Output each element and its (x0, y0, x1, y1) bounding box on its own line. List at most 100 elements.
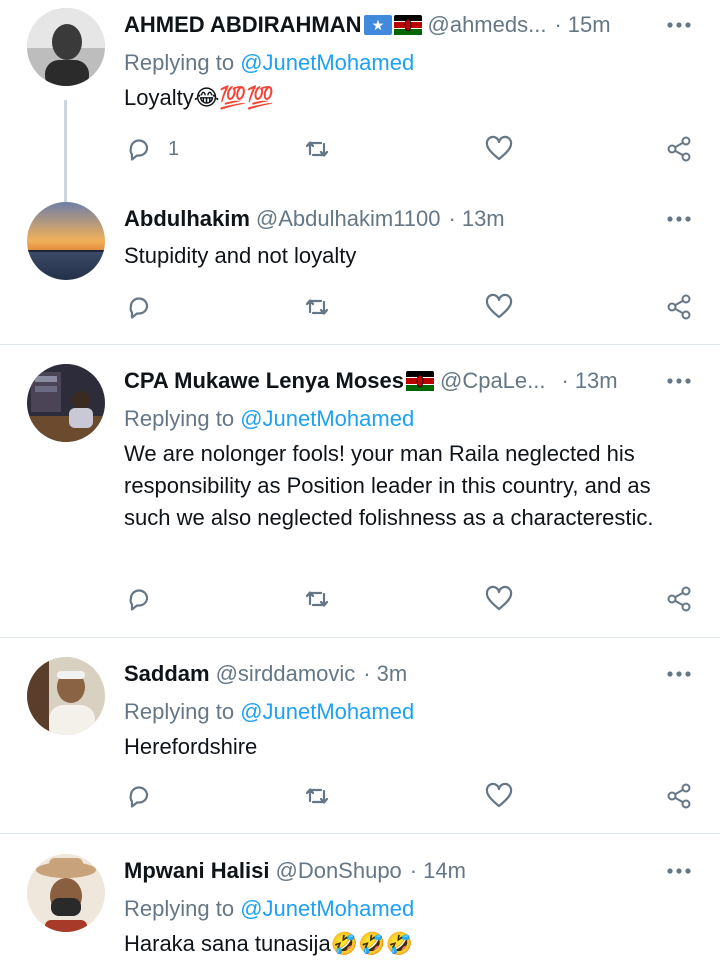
avatar[interactable] (27, 8, 105, 86)
retweet-icon (305, 591, 329, 607)
tweet[interactable]: Saddam @sirddamovic · 3m Replying to @Ju… (0, 657, 720, 829)
tweet[interactable]: Mpwani Halisi @DonShupo · 14m Replying t… (0, 854, 720, 961)
mention-link[interactable]: @JunetMohamed (240, 50, 414, 75)
tweet[interactable]: AHMED ABDIRAHMAN @ahmeds... · 15m Replyi… (0, 8, 720, 202)
tweet[interactable]: Abdulhakim @Abdulhakim1100 · 13m Stupidi… (0, 202, 720, 342)
retweet-button[interactable] (302, 292, 332, 322)
reply-bubble-icon (129, 589, 149, 611)
username[interactable]: @CpaLe... (440, 368, 546, 394)
avatar-photo (27, 854, 105, 932)
reply-bubble-icon (129, 786, 149, 808)
tweet-divider (0, 833, 720, 834)
share-icon (667, 783, 691, 809)
reply-button[interactable] (124, 584, 154, 614)
reply-bubble-icon (129, 139, 149, 161)
tweet-text: Stupidity and not loyalty (124, 243, 357, 268)
replying-to-line: Replying to @JunetMohamed (124, 50, 414, 76)
tweet-header: CPA Mukawe Lenya Moses @CpaLe... · 13m (124, 364, 618, 398)
avatar-photo (27, 657, 105, 735)
username[interactable]: @Abdulhakim1100 (256, 206, 441, 232)
replying-to-label: Replying to (124, 699, 235, 724)
retweet-icon (305, 299, 329, 315)
reply-count: 1 (168, 137, 180, 160)
share-icon (667, 294, 691, 320)
somalia-flag-icon (363, 15, 392, 35)
more-options-button[interactable] (666, 12, 692, 38)
share-icon (667, 136, 691, 162)
heart-icon (485, 293, 513, 319)
reply-button[interactable]: 1 (124, 134, 179, 164)
like-button[interactable] (484, 781, 514, 811)
more-options-button[interactable] (666, 858, 692, 884)
display-name[interactable]: AHMED ABDIRAHMAN (124, 12, 362, 38)
tweet-text: We are nolonger fools! your man Raila ne… (124, 441, 654, 530)
tweet-header: Abdulhakim @Abdulhakim1100 · 13m (124, 202, 505, 236)
more-options-button[interactable] (666, 368, 692, 394)
separator-dot: · (363, 661, 371, 686)
timestamp[interactable]: 13m (462, 206, 505, 232)
username[interactable]: @sirddamovic (216, 661, 356, 687)
timestamp[interactable]: 15m (568, 12, 611, 38)
avatar-photo (27, 8, 105, 86)
avatar[interactable] (27, 657, 105, 735)
share-button[interactable] (664, 292, 694, 322)
avatar[interactable] (27, 202, 105, 280)
separator-dot: · (448, 206, 456, 231)
replying-to-label: Replying to (124, 896, 235, 921)
display-name[interactable]: Mpwani Halisi (124, 858, 269, 884)
replying-to-label: Replying to (124, 50, 235, 75)
thread-connector (64, 100, 67, 202)
share-button[interactable] (664, 584, 694, 614)
more-options-button[interactable] (666, 661, 692, 687)
tweet-divider (0, 637, 720, 638)
more-options-button[interactable] (666, 206, 692, 232)
like-button[interactable] (484, 134, 514, 164)
like-button[interactable] (484, 292, 514, 322)
timestamp[interactable]: 14m (423, 858, 466, 884)
tweet-actions (124, 584, 704, 618)
avatar[interactable] (27, 364, 105, 442)
reply-button[interactable] (124, 292, 154, 322)
reply-bubble-icon (129, 297, 149, 319)
mention-link[interactable]: @JunetMohamed (240, 896, 414, 921)
heart-icon (485, 782, 513, 808)
separator-dot: · (554, 12, 562, 37)
retweet-icon (305, 788, 329, 804)
retweet-button[interactable] (302, 584, 332, 614)
timestamp[interactable]: 13m (575, 368, 618, 394)
display-name[interactable]: CPA Mukawe Lenya Moses (124, 368, 404, 394)
tweet-header: AHMED ABDIRAHMAN @ahmeds... · 15m (124, 8, 611, 42)
more-dots-icon (667, 378, 691, 384)
tweet-actions (124, 292, 704, 326)
mention-link[interactable]: @JunetMohamed (240, 406, 414, 431)
retweet-button[interactable] (302, 781, 332, 811)
timestamp[interactable]: 3m (377, 661, 408, 687)
heart-icon (485, 585, 513, 611)
tweet[interactable]: CPA Mukawe Lenya Moses @CpaLe... · 13m R… (0, 364, 720, 634)
username[interactable]: @DonShupo (275, 858, 401, 884)
username[interactable]: @ahmeds... (428, 12, 547, 38)
replying-to-line: Replying to @JunetMohamed (124, 699, 414, 725)
replying-to-line: Replying to @JunetMohamed (124, 896, 414, 922)
share-button[interactable] (664, 781, 694, 811)
avatar-photo (27, 202, 105, 280)
replying-to-line: Replying to @JunetMohamed (124, 406, 414, 432)
display-name[interactable]: Abdulhakim (124, 206, 250, 232)
tweet-header: Saddam @sirddamovic · 3m (124, 657, 407, 691)
more-dots-icon (667, 671, 691, 677)
tweet-actions (124, 781, 704, 815)
more-dots-icon (667, 22, 691, 28)
display-name[interactable]: Saddam (124, 661, 210, 687)
avatar-photo (27, 364, 105, 442)
like-button[interactable] (484, 584, 514, 614)
separator-dot: · (409, 858, 418, 883)
mention-link[interactable]: @JunetMohamed (240, 699, 414, 724)
tweet-divider (0, 344, 720, 345)
tweet-text: Haraka sana tunasija🤣🤣🤣 (124, 931, 413, 956)
retweet-icon (305, 141, 329, 157)
reply-button[interactable] (124, 781, 154, 811)
avatar[interactable] (27, 854, 105, 932)
more-dots-icon (667, 868, 691, 874)
share-button[interactable] (664, 134, 694, 164)
retweet-button[interactable] (302, 134, 332, 164)
